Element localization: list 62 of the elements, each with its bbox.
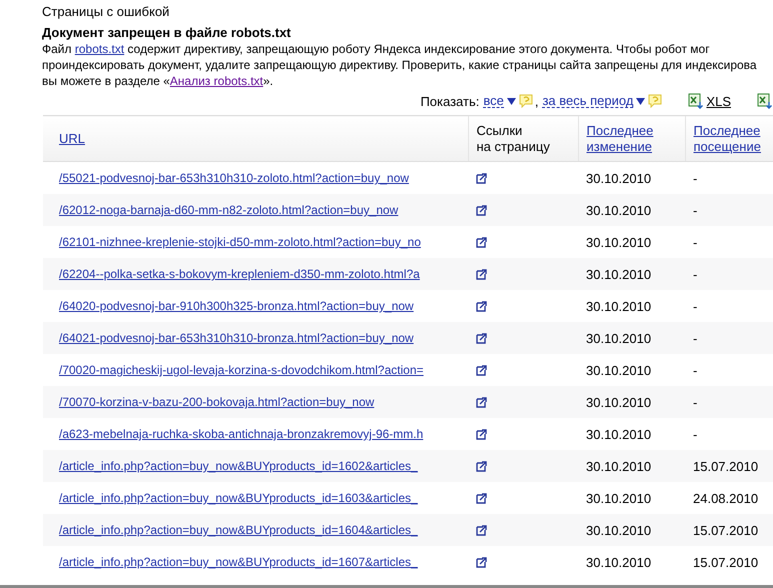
date-cell: 24.08.2010 xyxy=(685,482,773,514)
filter-dropdown[interactable]: за весь период xyxy=(542,94,634,108)
date-cell: 30.10.2010 xyxy=(578,514,685,546)
date-cell: 30.10.2010 xyxy=(578,546,685,578)
date-cell: 15.07.2010 xyxy=(685,450,773,482)
external-link-icon[interactable] xyxy=(476,332,488,344)
external-link-icon[interactable] xyxy=(476,236,488,248)
url-link[interactable]: /article_info.php?action=buy_now&BUYproducts_id=1607&articles_ xyxy=(59,555,418,569)
date-cell: 30.10.2010 xyxy=(578,162,685,194)
robots-analysis-link[interactable]: Анализ robots.txt xyxy=(170,74,264,88)
date-cell: 30.10.2010 xyxy=(578,322,685,354)
date-cell: - xyxy=(685,290,773,322)
error-description: Файл robots.txt содержит директиву, запрещающую роботу Яндекса индексирование этого документа. Чтобы робот мог проиндексировать документ, удалите запрещающую директиву. Проверить, какие страницы сайта запрещены для индексирова вы можете в разделе «Анализ robots.txt». xyxy=(42,41,758,89)
filter-dropdown[interactable]: все xyxy=(483,94,504,108)
filter-label: Показать: xyxy=(420,94,480,108)
external-link-icon[interactable] xyxy=(476,204,488,216)
external-link-icon[interactable] xyxy=(476,300,488,312)
external-link-icon[interactable] xyxy=(476,428,488,440)
external-link-icon[interactable] xyxy=(476,460,488,472)
external-link-icon[interactable] xyxy=(476,396,488,408)
export-link[interactable]: XLS xyxy=(688,93,731,109)
external-link-icon[interactable] xyxy=(476,172,488,184)
url-link[interactable]: /62101-nizhnee-kreplenie-stojki-d50-mm-zoloto.html?action=buy_no xyxy=(59,235,421,249)
date-cell: - xyxy=(685,162,773,194)
url-link[interactable]: /a623-mebelnaja-ruchka-skoba-antichnaja-bronzakremovyj-96-mm.h xyxy=(59,427,424,441)
external-link-icon[interactable] xyxy=(476,492,488,504)
robots-link[interactable]: robots.txt xyxy=(74,42,124,56)
caret-icon[interactable] xyxy=(506,97,516,105)
external-link-icon[interactable] xyxy=(476,556,488,568)
date-cell: - xyxy=(685,354,773,386)
date-cell: 30.10.2010 xyxy=(578,194,685,226)
date-cell: - xyxy=(685,226,773,258)
date-cell: 30.10.2010 xyxy=(578,418,685,450)
url-link[interactable]: /70020-magicheskij-ugol-levaja-korzina-s-dovodchikom.html?action= xyxy=(59,363,424,377)
separator: , xyxy=(534,94,538,108)
url-link[interactable]: /55021-podvesnoj-bar-653h310h310-zoloto.html?action=buy_now xyxy=(59,171,409,185)
date-cell: 30.10.2010 xyxy=(578,258,685,290)
external-link-icon[interactable] xyxy=(476,364,488,376)
date-cell: 30.10.2010 xyxy=(578,482,685,514)
error-title: Документ запрещен в файле robots.txt xyxy=(42,25,292,40)
spreadsheet-icon xyxy=(688,93,704,109)
caret-icon[interactable] xyxy=(636,97,646,105)
external-link-icon[interactable] xyxy=(476,524,488,536)
date-cell: 15.07.2010 xyxy=(685,546,773,578)
date-cell: 30.10.2010 xyxy=(578,386,685,418)
date-cell: - xyxy=(685,258,773,290)
sort-link[interactable]: URL xyxy=(59,130,86,146)
date-cell: 15.07.2010 xyxy=(685,514,773,546)
url-link[interactable]: /article_info.php?action=buy_now&BUYproducts_id=1603&articles_ xyxy=(59,491,418,505)
external-link-icon[interactable] xyxy=(476,268,488,280)
date-cell: - xyxy=(685,418,773,450)
date-cell: - xyxy=(685,386,773,418)
date-cell: 30.10.2010 xyxy=(578,450,685,482)
spreadsheet-icon[interactable] xyxy=(757,93,773,109)
column-header: Ссылки на страницу xyxy=(468,116,578,162)
date-cell: - xyxy=(685,322,773,354)
section-title: Страницы с ошибкой xyxy=(42,4,170,19)
url-link[interactable]: /64020-podvesnoj-bar-910h300h325-bronza.html?action=buy_now xyxy=(59,299,414,313)
date-cell: - xyxy=(685,194,773,226)
date-cell: 30.10.2010 xyxy=(578,226,685,258)
date-cell: 30.10.2010 xyxy=(578,290,685,322)
date-cell: 30.10.2010 xyxy=(578,354,685,386)
